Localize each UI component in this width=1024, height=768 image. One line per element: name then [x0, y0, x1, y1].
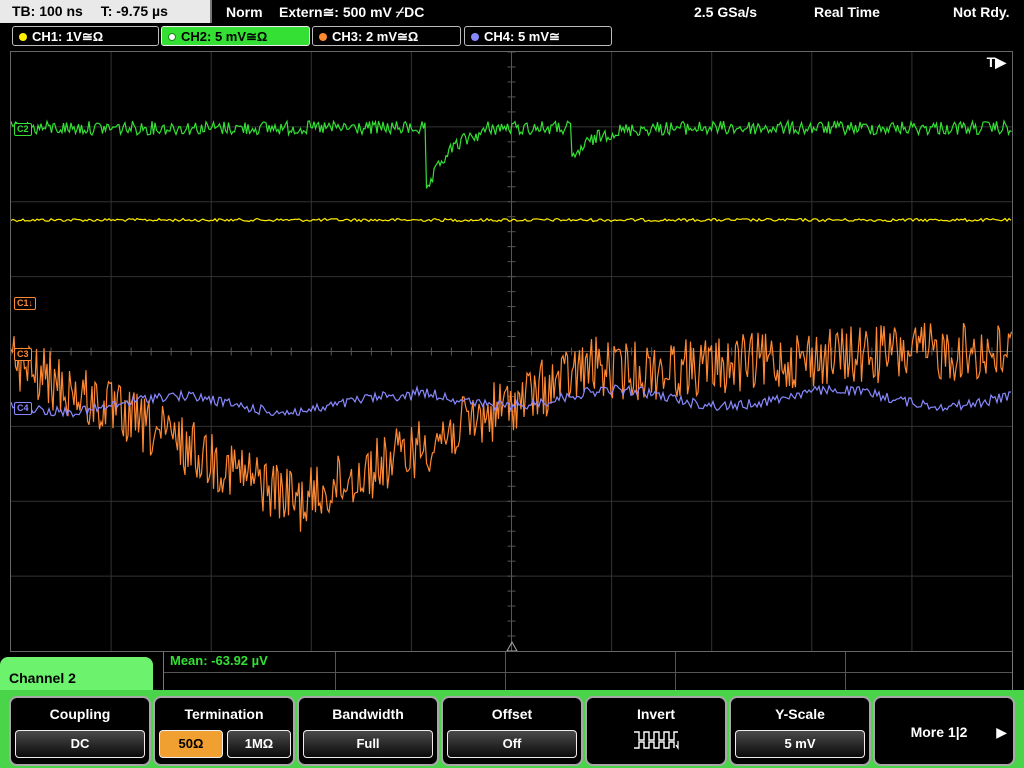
channel-1-dot-icon [19, 33, 27, 41]
yscale-softkey[interactable]: Y-Scale 5 mV [729, 696, 871, 766]
channel-2-label: CH2: 5 mV≅Ω [181, 29, 268, 44]
channel-tabs: CH1: 1V≅Ω CH2: 5 mV≅Ω CH3: 2 mV≅Ω CH4: 5… [0, 26, 1024, 50]
coupling-value[interactable]: DC [15, 730, 145, 758]
channel-2-level-marker[interactable]: C2 [14, 123, 32, 136]
trigger-offset-value: T: -9.75 µs [100, 3, 168, 19]
coupling-label: Coupling [49, 706, 111, 722]
next-page-arrow-icon: ▶ [996, 724, 1007, 740]
termination-1mohm-option[interactable]: 1MΩ [227, 730, 291, 758]
termination-50ohm-option[interactable]: 50Ω [159, 730, 223, 758]
channel-3-level-marker[interactable]: C3 [14, 348, 32, 361]
offset-softkey[interactable]: Offset Off [441, 696, 583, 766]
sample-rate: 2.5 GSa/s [694, 4, 758, 20]
coupling-softkey[interactable]: Coupling DC [9, 696, 151, 766]
acquisition-state: Not Rdy. [953, 4, 1010, 20]
waveform-display[interactable]: T▶ C1↓ C2 C3 C4 [10, 51, 1013, 652]
more-softkey[interactable]: More 1|2 ▶ [873, 696, 1015, 766]
measurement-panel: Mean: -63.92 µV [163, 652, 1013, 692]
channel-3-label: CH3: 2 mV≅Ω [332, 29, 419, 44]
termination-label: Termination [184, 706, 264, 722]
bandwidth-label: Bandwidth [332, 706, 404, 722]
timebase-box[interactable]: TB: 100 ns T: -9.75 µs [0, 0, 212, 23]
yscale-label: Y-Scale [775, 706, 825, 722]
mean-measurement: Mean: -63.92 µV [170, 653, 268, 668]
channel-4-level-marker[interactable]: C4 [14, 402, 32, 415]
acquisition-mode: Real Time [814, 4, 880, 20]
trigger-position-marker[interactable]: T▶ [987, 54, 1006, 71]
status-bar: TB: 100 ns T: -9.75 µs Norm Extern≅: 500… [0, 0, 1024, 24]
invert-label: Invert [636, 706, 676, 722]
channel-4-label: CH4: 5 mV≅ [484, 29, 560, 44]
more-label: More 1|2 [910, 724, 968, 740]
bandwidth-value[interactable]: Full [303, 730, 433, 758]
channel-4-tab[interactable]: CH4: 5 mV≅ [464, 26, 612, 46]
waveform-grid [11, 52, 1012, 651]
offset-value[interactable]: Off [447, 730, 577, 758]
termination-softkey[interactable]: Termination 50Ω 1MΩ [153, 696, 295, 766]
bandwidth-softkey[interactable]: Bandwidth Full [297, 696, 439, 766]
channel-3-tab[interactable]: CH3: 2 mV≅Ω [312, 26, 461, 46]
timebase-value: TB: 100 ns [12, 3, 83, 19]
yscale-value[interactable]: 5 mV [735, 730, 865, 758]
invert-softkey[interactable]: Invert [585, 696, 727, 766]
channel-1-level-marker[interactable]: C1↓ [14, 297, 37, 310]
channel-1-tab[interactable]: CH1: 1V≅Ω [12, 26, 159, 46]
invert-square-wave-icon [634, 731, 679, 750]
channel-3-dot-icon [319, 33, 327, 41]
trigger-source[interactable]: Extern≅: 500 mV ⌿DC [279, 0, 424, 24]
channel-panel-title: Channel 2 [9, 670, 76, 686]
channel-1-label: CH1: 1V≅Ω [32, 29, 104, 44]
channel-2-dot-icon [168, 33, 176, 41]
channel-4-dot-icon [471, 33, 479, 41]
channel-2-tab[interactable]: CH2: 5 mV≅Ω [161, 26, 310, 46]
offset-label: Offset [491, 706, 533, 722]
trigger-mode[interactable]: Norm [226, 0, 263, 24]
